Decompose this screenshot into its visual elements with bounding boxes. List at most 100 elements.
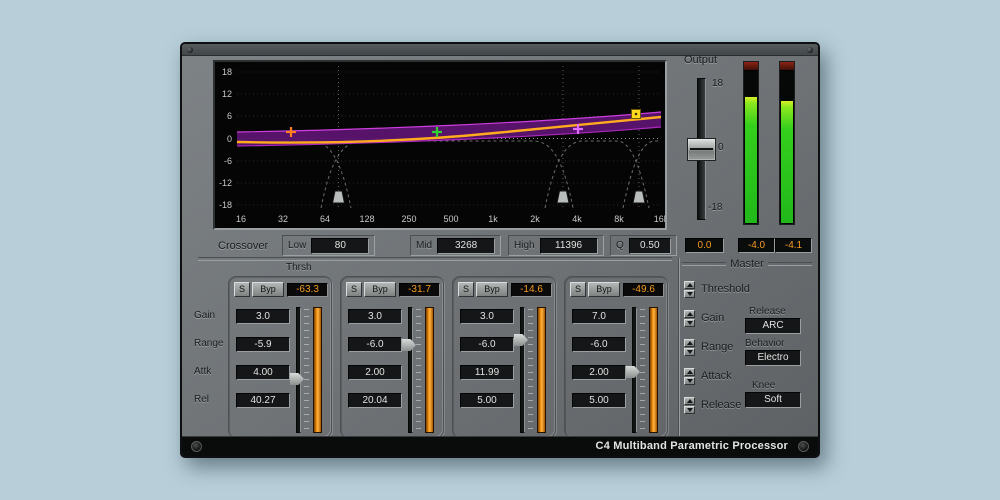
band-strip-1: S Byp -63.3 3.0 -5.9 4.00 40.27 [228,276,332,438]
threshold-slider-handle[interactable] [290,373,304,385]
bypass-button[interactable]: Byp [476,282,508,297]
slider-ticks [528,309,533,431]
solo-button[interactable]: S [234,282,250,297]
solo-button[interactable]: S [570,282,586,297]
meter-readout-right[interactable]: -4.1 [775,238,812,253]
threshold-slider-track[interactable] [520,307,525,433]
step-down-button[interactable] [684,376,695,385]
gain-value[interactable]: 3.0 [236,309,290,324]
stepper-label: Attack [701,370,732,382]
crossover-handle-low[interactable] [331,190,346,204]
range-value[interactable]: -5.9 [236,337,290,352]
attack-value[interactable]: 2.00 [572,365,626,380]
slider-ticks [304,309,309,431]
gain-value[interactable]: 3.0 [348,309,402,324]
attack-value[interactable]: 2.00 [348,365,402,380]
clip-indicator[interactable] [780,62,794,71]
logo-badge-right [798,441,809,452]
behavior-label: Behavior [745,338,785,349]
q-group: Q 0.50 [610,235,677,256]
threshold-slider-track[interactable] [408,307,413,433]
range-value[interactable]: -6.0 [348,337,402,352]
y-tick-label: -12 [219,178,232,188]
master-section: Master Threshold Gain Range Attack Relea… [678,258,815,442]
attack-value[interactable]: 11.99 [460,365,514,380]
title-bar: C4 Multiband Parametric Processor [182,436,818,456]
step-up-button[interactable] [684,338,695,347]
crossover-handle-mid[interactable] [556,190,570,204]
solo-button[interactable]: S [346,282,362,297]
output-fader-handle[interactable] [687,138,716,161]
step-up-button[interactable] [684,309,695,318]
gain-value[interactable]: 3.0 [460,309,514,324]
threshold-display[interactable]: -31.7 [399,283,440,297]
release-mode-select[interactable]: ARC [745,318,801,334]
master-stepper-range: Range [684,338,733,356]
step-up-button[interactable] [684,280,695,289]
knee-label: Knee [752,380,776,391]
range-row-label: Range [194,338,224,349]
threshold-slider-handle[interactable] [514,334,528,346]
stepper-label: Gain [701,312,725,324]
release-value[interactable]: 5.00 [460,393,514,408]
crossover-handle-high[interactable] [632,190,646,204]
meter-body [744,71,758,224]
release-value[interactable]: 40.27 [236,393,290,408]
crossover-mid-value[interactable]: 3268 [437,237,496,254]
step-down-button[interactable] [684,347,695,356]
y-tick-label: -6 [224,156,232,166]
attack-value[interactable]: 4.00 [236,365,290,380]
bypass-button[interactable]: Byp [364,282,396,297]
step-up-button[interactable] [684,367,695,376]
threshold-display[interactable]: -63.3 [287,283,328,297]
threshold-slider-track[interactable] [296,307,301,433]
master-header: Master [679,258,815,270]
q-value[interactable]: 0.50 [628,237,671,254]
band4-marker-icon[interactable] [631,109,641,119]
clip-indicator[interactable] [744,62,758,71]
release-mode-label: Release [749,306,786,317]
bypass-button[interactable]: Byp [588,282,620,297]
q-label: Q [616,240,624,251]
meter-readout-left[interactable]: -4.0 [738,238,775,253]
knee-select[interactable]: Soft [745,392,801,408]
divider [198,257,672,261]
step-down-button[interactable] [684,318,695,327]
logo-badge-left [191,441,202,452]
threshold-slider-handle[interactable] [402,339,416,351]
y-tick-label: -18 [219,200,232,210]
master-stepper-gain: Gain [684,309,724,327]
solo-button[interactable]: S [458,282,474,297]
bypass-button[interactable]: Byp [252,282,284,297]
screw-icon [807,47,813,53]
range-value[interactable]: -6.0 [572,337,626,352]
slider-ticks [640,309,645,431]
x-tick-label: 128 [359,214,374,224]
x-tick-label: 4k [572,214,582,224]
step-up-button[interactable] [684,396,695,405]
threshold-display[interactable]: -49.6 [623,283,664,297]
meter-fill [781,101,793,223]
behavior-select[interactable]: Electro [745,350,801,366]
crossover-label: Crossover [218,240,269,252]
x-tick-label: 250 [401,214,416,224]
crossover-high-value[interactable]: 11396 [539,237,598,254]
output-fader-readout[interactable]: 0.0 [685,238,724,253]
gain-value[interactable]: 7.0 [572,309,626,324]
threshold-slider-handle[interactable] [626,366,640,378]
crossover-low-value[interactable]: 80 [311,237,370,254]
y-tick-label: 0 [227,134,232,144]
range-value[interactable]: -6.0 [460,337,514,352]
fader-scale-label: 0 [718,142,724,153]
threshold-display[interactable]: -14.6 [511,283,552,297]
band-strip-3: S Byp -14.6 3.0 -6.0 11.99 5.00 [452,276,556,438]
step-down-button[interactable] [684,405,695,414]
release-value[interactable]: 5.00 [572,393,626,408]
step-down-button[interactable] [684,289,695,298]
plugin-window: 18 12 6 0 -6 -12 -18 16 32 64 128 250 50… [180,42,820,458]
stepper-control [684,338,695,356]
gain-reduction-meter [537,307,546,433]
gain-reduction-meter [425,307,434,433]
band-strip-2: S Byp -31.7 3.0 -6.0 2.00 20.04 [340,276,444,438]
release-value[interactable]: 20.04 [348,393,402,408]
